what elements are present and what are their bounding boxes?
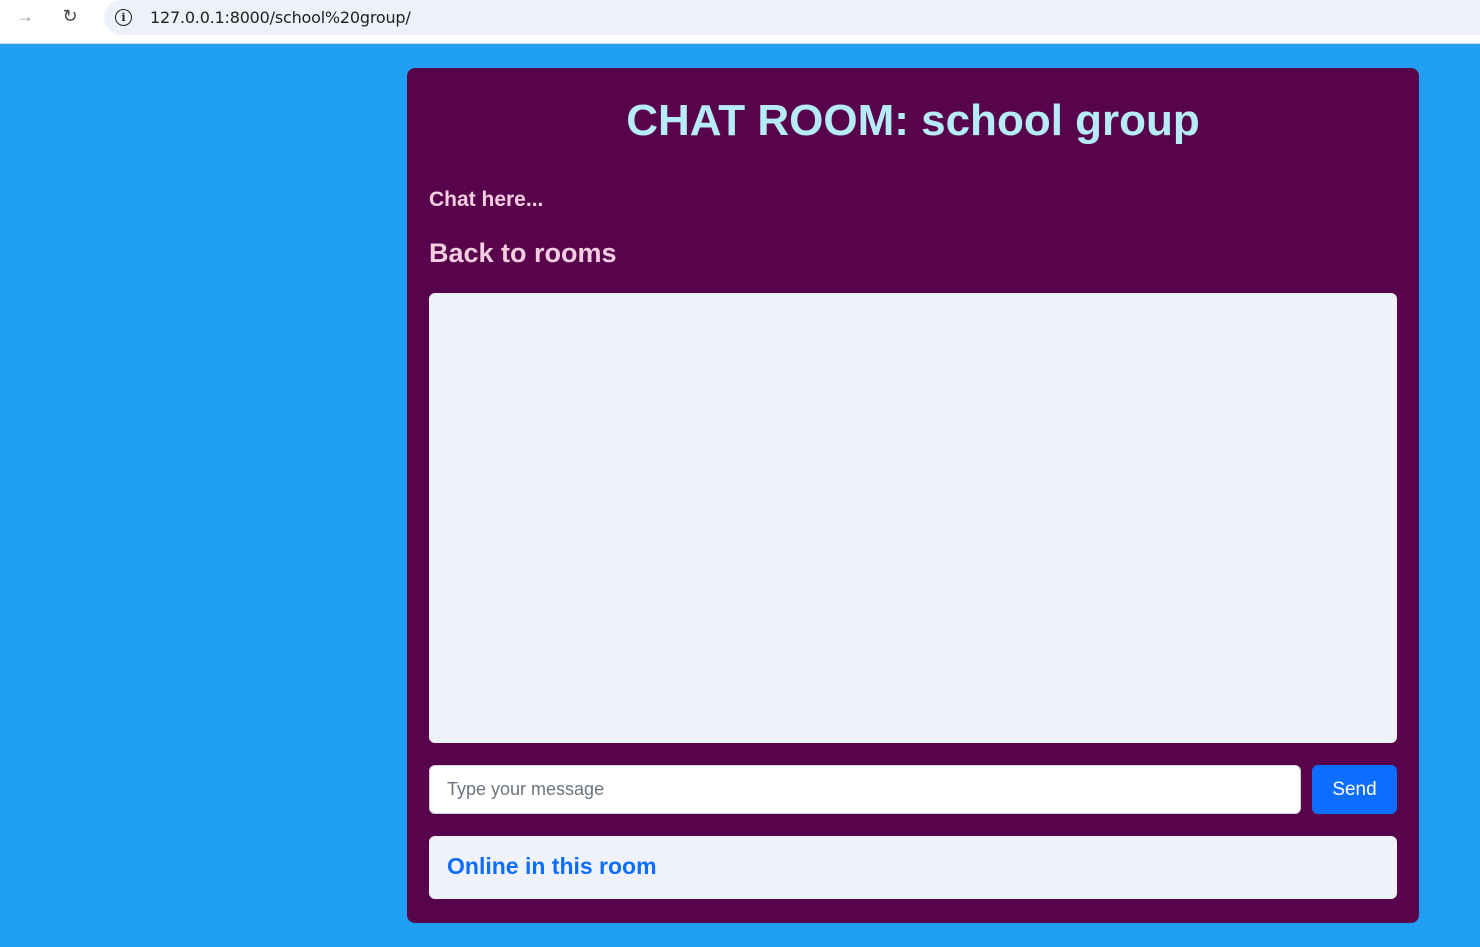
chat-hint-text: Chat here... <box>429 188 544 211</box>
online-users-title: Online in this room <box>447 853 657 879</box>
page-title: CHAT ROOM: school group <box>626 96 1200 145</box>
arrow-right-icon[interactable]: → <box>11 3 39 29</box>
browser-toolbar: → ↻ i 127.0.0.1:8000/school%20group/ <box>0 0 1480 44</box>
info-icon[interactable]: i <box>115 9 132 26</box>
address-bar[interactable]: i 127.0.0.1:8000/school%20group/ <box>104 0 1480 35</box>
back-to-rooms-link[interactable]: Back to rooms <box>429 238 617 269</box>
send-button[interactable]: Send <box>1312 765 1397 814</box>
reload-icon[interactable]: ↻ <box>56 3 84 29</box>
online-users-panel: Online in this room <box>429 836 1397 899</box>
chat-messages-area[interactable] <box>429 293 1397 743</box>
message-input[interactable] <box>429 765 1301 814</box>
url-text[interactable]: 127.0.0.1:8000/school%20group/ <box>150 8 411 27</box>
chat-room-card: CHAT ROOM: school group Chat here... Bac… <box>407 68 1419 923</box>
